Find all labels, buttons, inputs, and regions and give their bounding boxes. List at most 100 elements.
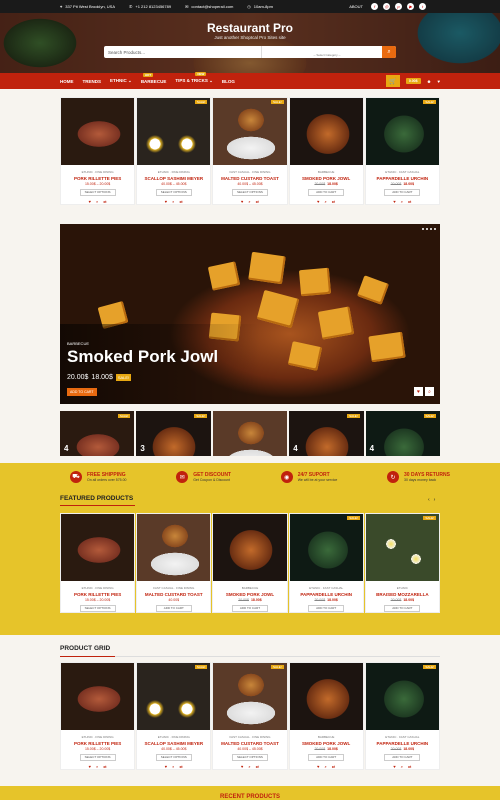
product-name[interactable]: PAPPARDELLE URCHIN: [290, 592, 363, 597]
product-name[interactable]: PAPPARDELLE URCHIN: [366, 741, 439, 746]
youtube-icon[interactable]: ▶: [407, 3, 414, 10]
compare-icon[interactable]: ⇄: [332, 764, 335, 769]
nav-home[interactable]: HOME: [60, 79, 74, 84]
twitter-icon[interactable]: t: [419, 3, 426, 10]
select-options-button[interactable]: SELECT OPTIONS: [231, 189, 268, 196]
product-card[interactable]: SALE! ETHNIC BRAISED MOZZARELLA 20.00$ 18…: [364, 513, 440, 613]
wishlist-icon[interactable]: ♥: [241, 199, 243, 204]
wishlist-icon[interactable]: ♥: [317, 764, 319, 769]
quickview-icon[interactable]: ⌕: [401, 199, 403, 204]
product-card[interactable]: SALE! ETHNIC · FAST CASUAL PAPPARDELLE U…: [364, 97, 440, 205]
quickview-icon[interactable]: ⌕: [401, 764, 403, 769]
product-card[interactable]: SALE! FAST CASUAL · FINE DINING MALTED C…: [212, 97, 288, 205]
product-image[interactable]: [61, 98, 135, 165]
product-name[interactable]: SMOKED PORK JOWL: [290, 176, 363, 181]
product-image[interactable]: SALE!: [365, 514, 439, 581]
product-card[interactable]: ETHNIC · FINE DINING PORK RILLETTE PIES …: [60, 513, 136, 613]
product-card[interactable]: SALE! ETHNIC · FINE DINING SCALLOP SASHI…: [136, 662, 212, 770]
thumbnail[interactable]: SALE! 4: [60, 411, 135, 456]
wishlist-icon[interactable]: ♥: [317, 199, 319, 204]
select-options-button[interactable]: SELECT OPTIONS: [231, 754, 268, 761]
quickview-icon[interactable]: ⌕: [248, 764, 250, 769]
add-to-cart-button[interactable]: ADD TO CART: [384, 189, 421, 196]
thumbnail[interactable]: [212, 411, 288, 456]
product-name[interactable]: SCALLOP SASHIMI MEYER: [137, 176, 210, 181]
add-to-cart-button[interactable]: ADD TO CART: [155, 605, 192, 612]
select-options-button[interactable]: SELECT OPTIONS: [155, 189, 192, 196]
product-name[interactable]: BRAISED MOZZARELLA: [366, 592, 439, 597]
thumbnail[interactable]: SALE! 4: [365, 411, 441, 456]
quickview-icon[interactable]: ⌕: [172, 199, 174, 204]
product-name[interactable]: SMOKED PORK JOWL: [213, 592, 286, 597]
slider-dots[interactable]: [422, 228, 436, 230]
facebook-icon[interactable]: f: [371, 3, 378, 10]
quickview-icon[interactable]: ⌕: [325, 764, 327, 769]
product-name[interactable]: PAPPARDELLE URCHIN: [366, 176, 439, 181]
add-to-cart-button[interactable]: ADD TO CART: [67, 388, 97, 396]
search-input[interactable]: Search Products...: [104, 46, 262, 58]
nav-tips[interactable]: NEW TIPS & TRICKS ⌄: [175, 72, 213, 84]
wishlist-icon[interactable]: ♥: [393, 764, 395, 769]
product-image[interactable]: SALE!: [213, 98, 287, 165]
wishlist-icon[interactable]: ♥: [165, 199, 167, 204]
compare-icon[interactable]: ⇄: [179, 199, 182, 204]
wishlist-icon[interactable]: ♥: [241, 764, 243, 769]
instagram-icon[interactable]: ◎: [383, 3, 390, 10]
wishlist-icon[interactable]: ♥: [414, 387, 423, 396]
product-image[interactable]: [61, 514, 135, 581]
chevron-right-icon[interactable]: ›: [434, 497, 436, 503]
slide-title[interactable]: Smoked Pork Jowl: [67, 347, 218, 367]
chevron-left-icon[interactable]: ‹: [428, 497, 430, 503]
site-title[interactable]: Restaurant Pro: [0, 21, 500, 35]
nav-ethnic[interactable]: ETHNIC ⌄: [110, 78, 132, 84]
nav-barbecue[interactable]: HOT BARBECUE: [141, 72, 166, 84]
product-image[interactable]: [289, 663, 363, 730]
thumbnail[interactable]: SALE! 4: [289, 411, 364, 456]
product-image[interactable]: SALE!: [137, 663, 211, 730]
product-name[interactable]: PORK RILLETTE PIES: [61, 592, 134, 597]
wishlist-icon[interactable]: ♥: [89, 199, 91, 204]
nav-trends[interactable]: TRENDS: [83, 79, 102, 84]
thumbnail[interactable]: SALE! 3: [136, 411, 211, 456]
search-icon[interactable]: ⌕: [382, 46, 396, 58]
quickview-icon[interactable]: ⌕: [325, 199, 327, 204]
add-to-cart-button[interactable]: ADD TO CART: [308, 754, 345, 761]
compare-icon[interactable]: ⇄: [256, 199, 259, 204]
add-to-cart-button[interactable]: ADD TO CART: [384, 605, 421, 612]
select-options-button[interactable]: SELECT OPTIONS: [79, 605, 116, 612]
quickview-icon[interactable]: ⌕: [96, 199, 98, 204]
product-image[interactable]: [289, 98, 363, 165]
product-name[interactable]: SCALLOP SASHIMI MEYER: [137, 741, 210, 746]
quickview-icon[interactable]: ⌕: [96, 764, 98, 769]
product-card[interactable]: SALE! ETHNIC · FAST CASUAL PAPPARDELLE U…: [364, 662, 440, 770]
product-image[interactable]: SALE!: [365, 663, 439, 730]
product-card[interactable]: ETHNIC · FINE DINING PORK RILLETTE PIES …: [60, 662, 136, 770]
compare-icon[interactable]: ⇄: [408, 764, 411, 769]
add-to-cart-button[interactable]: ADD TO CART: [308, 189, 345, 196]
compare-icon[interactable]: ⇄: [103, 199, 106, 204]
product-name[interactable]: PORK RILLETTE PIES: [61, 741, 134, 746]
cart-total[interactable]: 0.00$: [405, 78, 421, 84]
compare-icon[interactable]: ⇄: [256, 764, 259, 769]
compare-icon[interactable]: ⇄: [408, 199, 411, 204]
user-icon[interactable]: ☻: [427, 79, 432, 84]
wishlist-icon[interactable]: ♥: [89, 764, 91, 769]
email[interactable]: ✉ contact@shoperail.com: [185, 4, 233, 9]
nav-blog[interactable]: BLOG: [222, 79, 235, 84]
product-name[interactable]: SMOKED PORK JOWL: [290, 741, 363, 746]
product-name[interactable]: MALTED CUSTARD TOAST: [137, 592, 210, 597]
select-options-button[interactable]: SELECT OPTIONS: [79, 189, 116, 196]
product-name[interactable]: MALTED CUSTARD TOAST: [213, 741, 286, 746]
quickview-icon[interactable]: ⌕: [172, 764, 174, 769]
product-image[interactable]: [61, 663, 135, 730]
product-image[interactable]: SALE!: [213, 663, 287, 730]
product-image[interactable]: [137, 514, 211, 581]
add-to-cart-button[interactable]: ADD TO CART: [231, 605, 268, 612]
pinterest-icon[interactable]: p: [395, 3, 402, 10]
product-name[interactable]: MALTED CUSTARD TOAST: [213, 176, 286, 181]
product-card[interactable]: BARBECUE SMOKED PORK JOWL 20.00$ 18.00$ A…: [288, 97, 364, 205]
product-image[interactable]: SALE!: [365, 98, 439, 165]
wishlist-icon[interactable]: ♥: [165, 764, 167, 769]
compare-icon[interactable]: ⇄: [179, 764, 182, 769]
product-card[interactable]: SALE! ETHNIC · FAST CASUAL PAPPARDELLE U…: [288, 513, 364, 613]
